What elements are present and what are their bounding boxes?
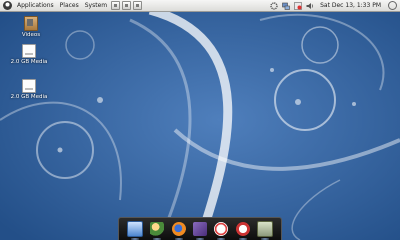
folder-videos-icon	[24, 16, 38, 31]
installer-icon[interactable]	[192, 222, 207, 240]
desktop-icon-media-2[interactable]: 2.0 GB Media	[7, 79, 51, 100]
menu-system[interactable]: System	[82, 0, 110, 11]
desktop-icon-media-1[interactable]: 2.0 GB Media	[7, 44, 51, 65]
update-notifier-icon[interactable]	[294, 1, 302, 10]
computer-icon[interactable]	[126, 221, 143, 240]
desktop-icon-videos[interactable]: Videos	[9, 16, 53, 38]
file-manager-launcher-icon[interactable]	[133, 1, 143, 10]
settings-gear-icon[interactable]	[270, 1, 278, 10]
help-icon[interactable]	[214, 222, 229, 240]
menu-places[interactable]: Places	[57, 0, 82, 11]
menu-applications[interactable]: Applications	[14, 0, 57, 11]
users-icon[interactable]	[150, 222, 165, 240]
distro-logo-icon[interactable]	[3, 1, 12, 10]
dock	[118, 217, 282, 240]
top-panel: Applications Places System Sat Dec 13, 1…	[0, 0, 400, 12]
firefox-icon[interactable]	[171, 222, 186, 240]
calculator-icon[interactable]	[257, 221, 274, 240]
volume-icon[interactable]	[306, 2, 314, 10]
text-editor-launcher-icon[interactable]	[122, 1, 132, 10]
desktop-icon-label: 2.0 GB Media	[10, 59, 48, 65]
opera-icon[interactable]	[235, 222, 250, 240]
desktop-wallpaper	[0, 0, 400, 240]
desktop-icon-label: 2.0 GB Media	[10, 94, 48, 100]
desktop-icon-label: Videos	[21, 32, 41, 38]
panel-clock[interactable]: Sat Dec 13, 1:33 PM	[316, 2, 385, 9]
shutdown-icon[interactable]	[388, 1, 397, 10]
terminal-launcher-icon[interactable]	[111, 1, 121, 10]
network-icon[interactable]	[282, 2, 290, 10]
removable-drive-icon	[22, 79, 36, 93]
removable-drive-icon	[22, 44, 36, 58]
